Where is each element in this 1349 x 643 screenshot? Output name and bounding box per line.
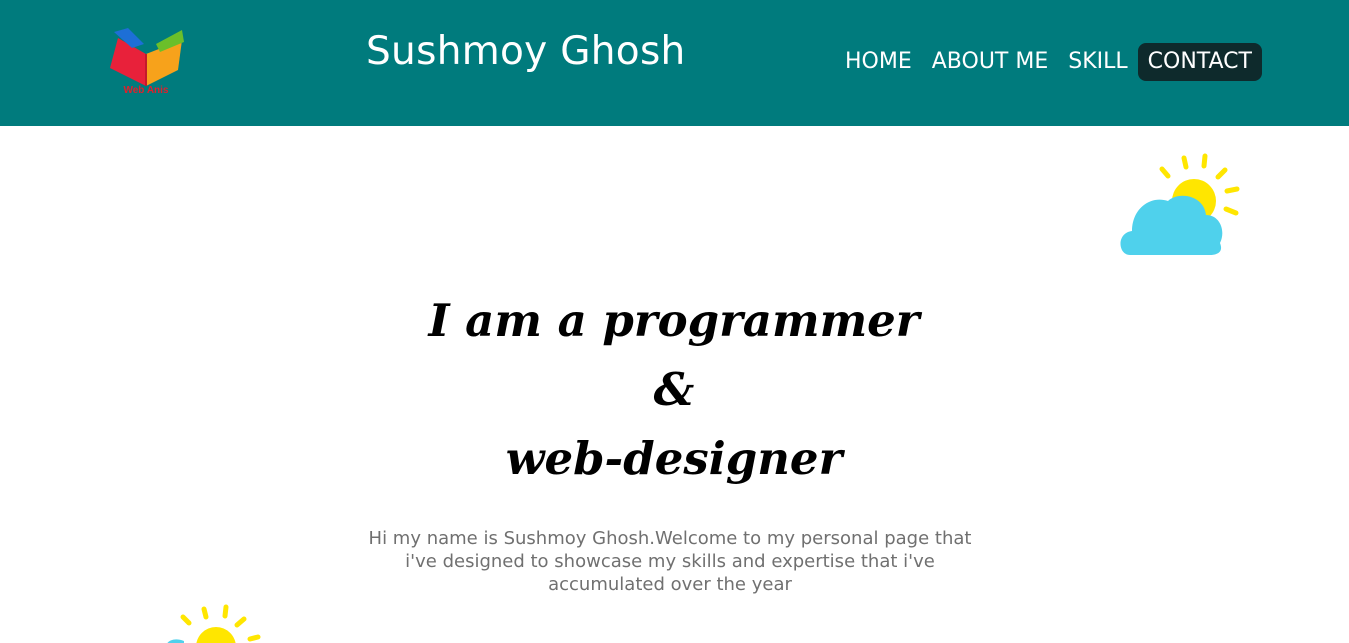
intro-paragraph: Hi my name is Sushmoy Ghosh.Welcome to m…	[368, 528, 972, 595]
logo-text: Web Anis	[123, 85, 169, 96]
headline-line-3: web-designer	[505, 432, 843, 485]
site-header: Web Anis Sushmoy Ghosh HOME ABOUT ME SKI…	[0, 0, 1349, 126]
cloud-sun-icon	[1116, 153, 1242, 259]
nav-home-link[interactable]: HOME	[835, 43, 922, 81]
headline-line-1: I am a programmer	[428, 294, 920, 347]
cloud-sun-icon	[158, 603, 268, 643]
main-nav: HOME ABOUT ME SKILL CONTACT	[835, 43, 1262, 81]
headline-line-2: &	[653, 363, 695, 416]
nav-skill-link[interactable]: SKILL	[1058, 43, 1137, 81]
site-title[interactable]: Sushmoy Ghosh	[366, 29, 686, 74]
nav-about-link[interactable]: ABOUT ME	[922, 43, 1059, 81]
nav-contact-link[interactable]: CONTACT	[1137, 43, 1262, 81]
hero-headline: I am a programmer & web-designer	[374, 286, 974, 493]
book-logo-icon[interactable]: Web Anis	[104, 24, 188, 100]
